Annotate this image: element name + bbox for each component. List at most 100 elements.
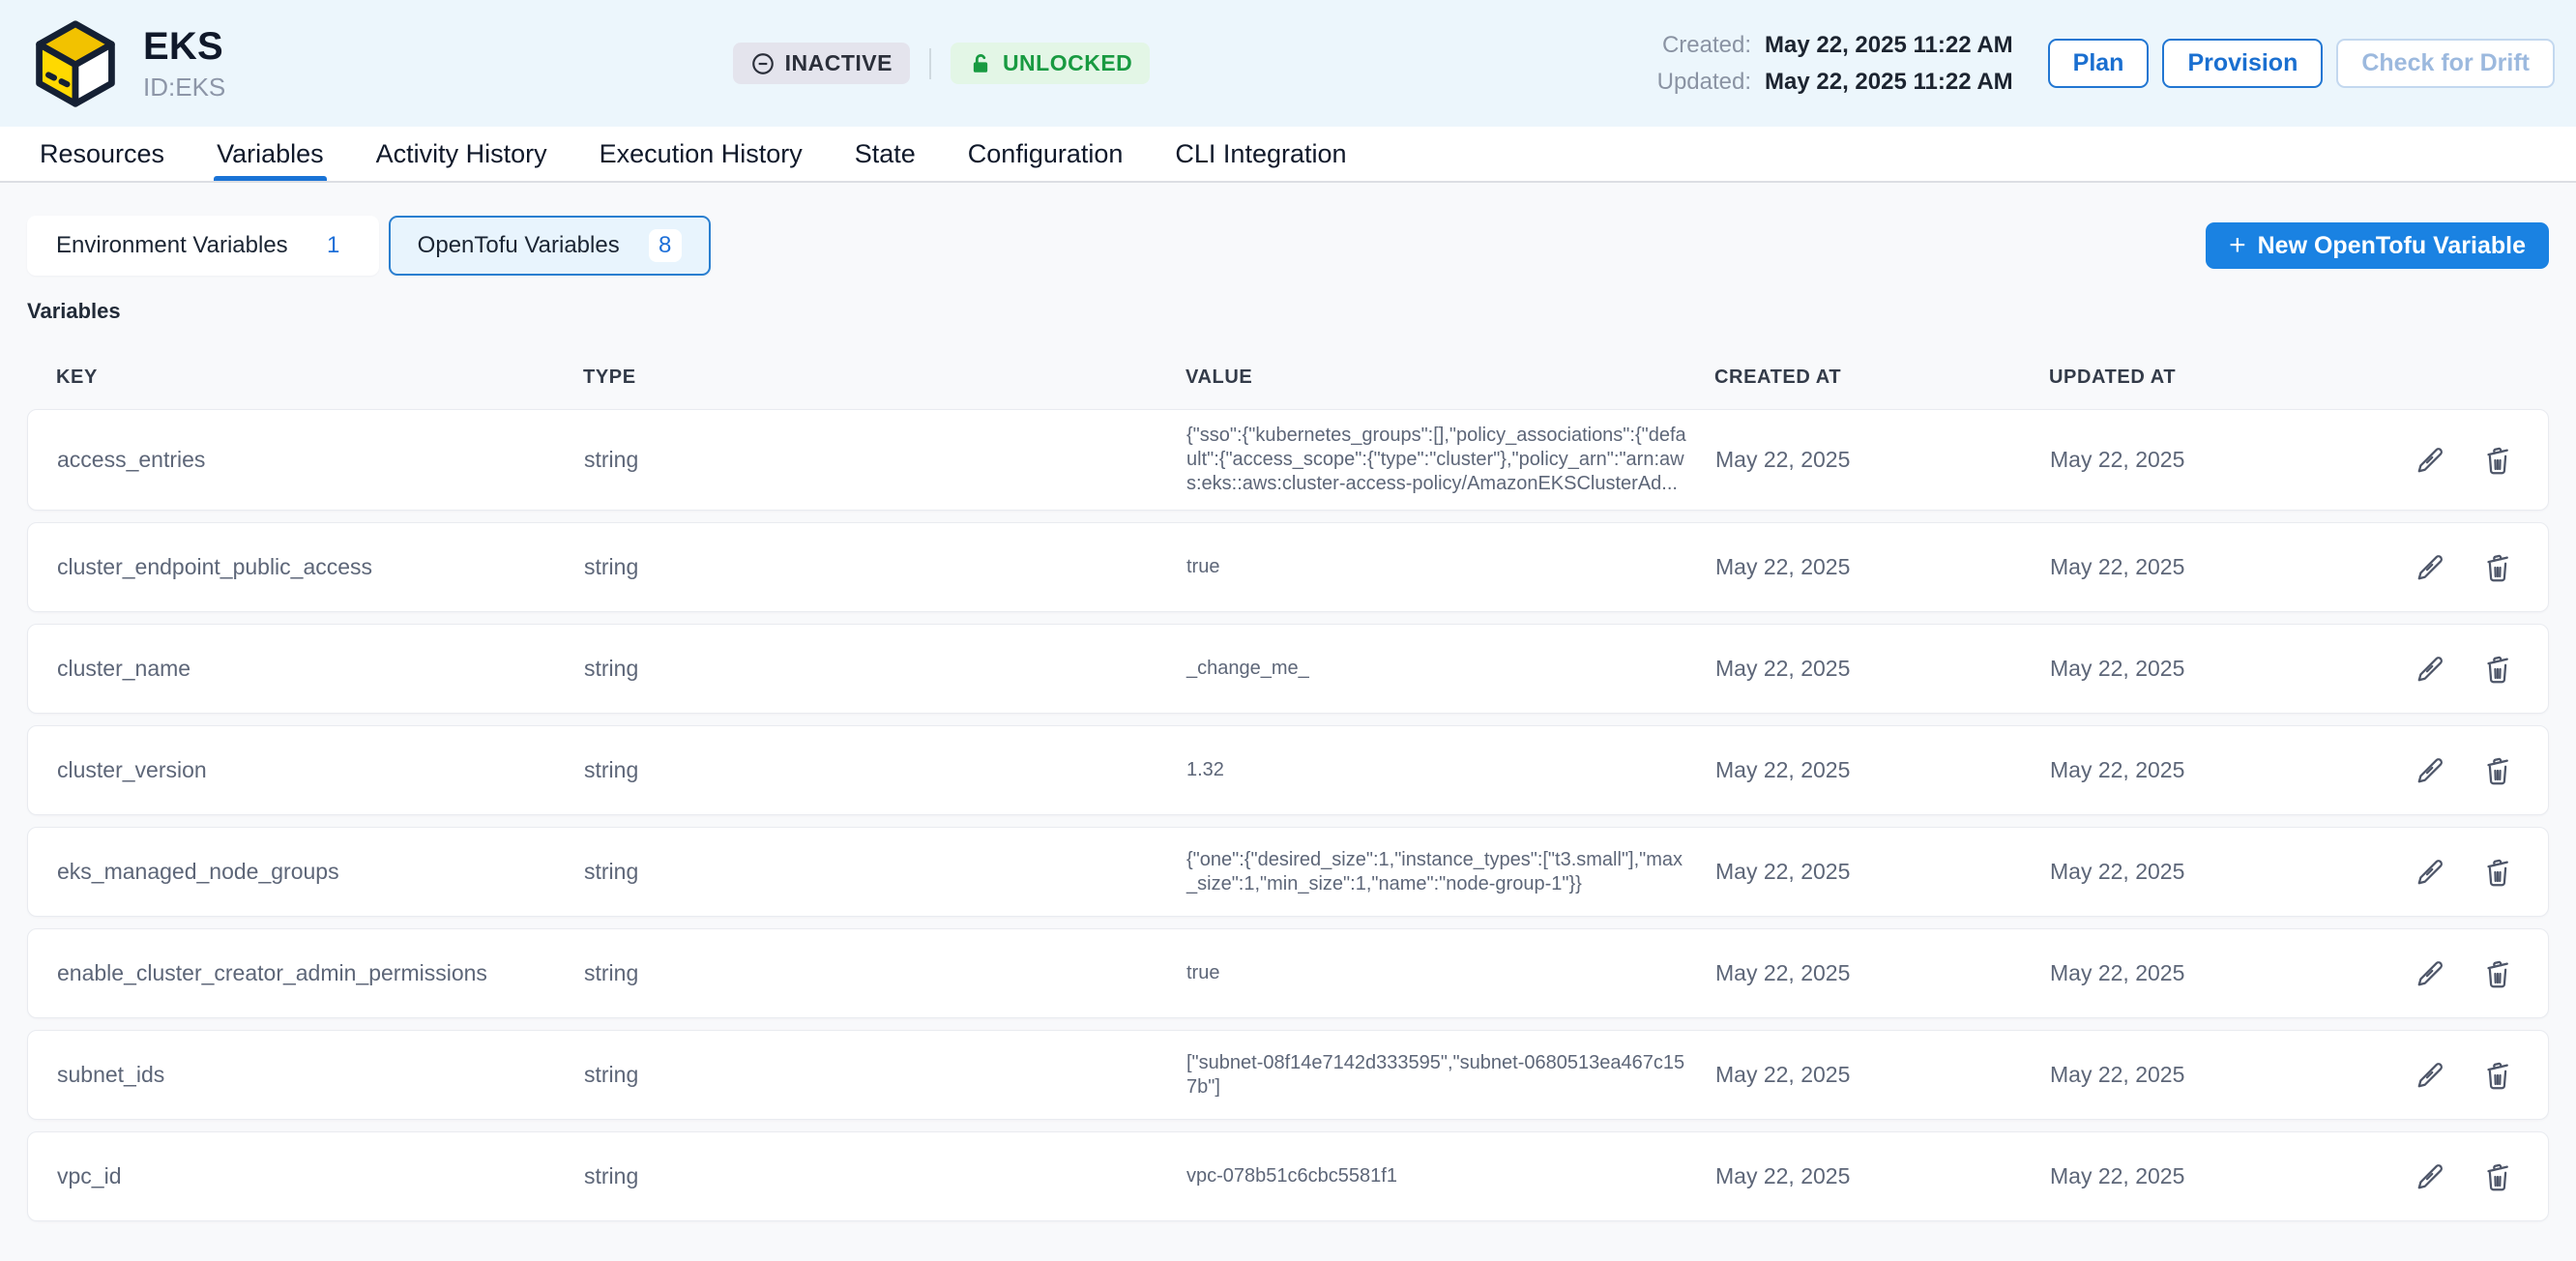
- delete-variable-button[interactable]: [2476, 953, 2519, 995]
- variable-key: subnet_ids: [57, 1062, 584, 1088]
- header-action-button[interactable]: Plan: [2048, 39, 2150, 88]
- column-header-created-at: CREATED AT: [1714, 367, 2049, 389]
- table-row: cluster_version string 1.32 May 22, 2025…: [27, 725, 2549, 815]
- variable-value: {"one":{"desired_size":1,"instance_types…: [1186, 848, 1689, 896]
- row-actions: [2351, 546, 2519, 589]
- variable-type: string: [584, 447, 1186, 473]
- variable-value: vpc-078b51c6cbc5581f1: [1186, 1164, 1689, 1188]
- edit-variable-button[interactable]: [2409, 648, 2451, 690]
- variable-type: string: [584, 859, 1186, 885]
- column-header-updated-at: UPDATED AT: [2049, 367, 2350, 389]
- badge-divider: [929, 48, 931, 79]
- variable-key: eks_managed_node_groups: [57, 859, 584, 885]
- pencil-icon: [2413, 443, 2447, 478]
- trash-icon: [2480, 855, 2515, 890]
- variable-updated-at: May 22, 2025: [2050, 960, 2351, 986]
- variable-created-at: May 22, 2025: [1715, 859, 2050, 885]
- variable-created-at: May 22, 2025: [1715, 1163, 2050, 1189]
- trash-icon: [2480, 1058, 2515, 1093]
- variable-created-at: May 22, 2025: [1715, 1062, 2050, 1088]
- created-value: May 22, 2025 11:22 AM: [1765, 32, 2013, 59]
- updated-value: May 22, 2025 11:22 AM: [1765, 69, 2013, 96]
- section-title: Variables: [27, 299, 2549, 324]
- variables-page: Environment Variables 1 OpenTofu Variabl…: [0, 183, 2576, 1221]
- tab-item[interactable]: Activity History: [350, 127, 573, 181]
- edit-variable-button[interactable]: [2409, 1156, 2451, 1198]
- subtab-label: OpenTofu Variables: [418, 232, 620, 259]
- table-row: access_entries string {"sso":{"kubernete…: [27, 409, 2549, 511]
- new-opentofu-variable-button[interactable]: + New OpenTofu Variable: [2206, 222, 2549, 269]
- delete-variable-button[interactable]: [2476, 1156, 2519, 1198]
- pencil-icon: [2413, 1159, 2447, 1194]
- variable-type: string: [584, 1163, 1186, 1189]
- trash-icon: [2480, 443, 2515, 478]
- tab-item[interactable]: Configuration: [942, 127, 1150, 181]
- header-action-button[interactable]: Provision: [2162, 39, 2323, 88]
- delete-variable-button[interactable]: [2476, 648, 2519, 690]
- header-action-button[interactable]: Check for Drift: [2336, 39, 2555, 88]
- delete-variable-button[interactable]: [2476, 546, 2519, 589]
- subtab-count-badge: 8: [649, 229, 682, 262]
- variable-created-at: May 22, 2025: [1715, 447, 2050, 473]
- variable-created-at: May 22, 2025: [1715, 757, 2050, 783]
- variable-updated-at: May 22, 2025: [2050, 554, 2351, 580]
- tab-item[interactable]: Execution History: [573, 127, 829, 181]
- workspace-id: ID:EKS: [143, 73, 225, 103]
- trash-icon: [2480, 956, 2515, 991]
- subtab-item[interactable]: OpenTofu Variables 8: [389, 216, 711, 276]
- tab-item[interactable]: CLI Integration: [1149, 127, 1372, 181]
- tab-label: Variables: [217, 139, 324, 169]
- edit-variable-button[interactable]: [2409, 546, 2451, 589]
- status-badges: INACTIVE UNLOCKED: [733, 43, 1151, 84]
- created-label: Created:: [1657, 32, 1751, 59]
- inactive-label: INACTIVE: [785, 50, 893, 76]
- variable-updated-at: May 22, 2025: [2050, 656, 2351, 682]
- delete-variable-button[interactable]: [2476, 1054, 2519, 1097]
- variable-updated-at: May 22, 2025: [2050, 859, 2351, 885]
- variable-value: {"sso":{"kubernetes_groups":[],"policy_a…: [1186, 424, 1689, 496]
- variable-value: true: [1186, 555, 1689, 579]
- variable-type: string: [584, 960, 1186, 986]
- pencil-icon: [2413, 956, 2447, 991]
- edit-variable-button[interactable]: [2409, 953, 2451, 995]
- page-title: EKS: [143, 25, 225, 69]
- subtab-item[interactable]: Environment Variables 1: [27, 216, 379, 276]
- edit-variable-button[interactable]: [2409, 851, 2451, 894]
- delete-variable-button[interactable]: [2476, 749, 2519, 792]
- pencil-icon: [2413, 1058, 2447, 1093]
- subtab-count-badge: 1: [317, 232, 350, 259]
- trash-icon: [2480, 1159, 2515, 1194]
- tab-label: Execution History: [600, 139, 803, 169]
- tab-label: Activity History: [376, 139, 547, 169]
- variable-value: true: [1186, 961, 1689, 985]
- variable-value: 1.32: [1186, 758, 1689, 782]
- column-header-key: KEY: [56, 367, 583, 389]
- updated-label: Updated:: [1657, 69, 1751, 96]
- table-row: cluster_endpoint_public_access string tr…: [27, 522, 2549, 612]
- variable-value: ["subnet-08f14e7142d333595","subnet-0680…: [1186, 1051, 1689, 1100]
- status-badge-unlocked: UNLOCKED: [951, 43, 1150, 84]
- edit-variable-button[interactable]: [2409, 749, 2451, 792]
- plus-icon: +: [2229, 231, 2246, 260]
- row-actions: [2351, 439, 2519, 482]
- variable-created-at: May 22, 2025: [1715, 656, 2050, 682]
- delete-variable-button[interactable]: [2476, 439, 2519, 482]
- row-actions: [2351, 953, 2519, 995]
- variable-updated-at: May 22, 2025: [2050, 447, 2351, 473]
- table-row: subnet_ids string ["subnet-08f14e7142d33…: [27, 1030, 2549, 1120]
- timestamps: Created: May 22, 2025 11:22 AM Updated: …: [1657, 32, 2013, 96]
- variable-kind-subtabs: Environment Variables 1 OpenTofu Variabl…: [27, 216, 711, 276]
- trash-icon: [2480, 652, 2515, 687]
- tab-item[interactable]: Resources: [14, 127, 190, 181]
- workspace-title-block: EKS ID:EKS: [143, 25, 225, 103]
- pencil-icon: [2413, 652, 2447, 687]
- tab-item[interactable]: Variables: [190, 127, 350, 181]
- variable-type: string: [584, 1062, 1186, 1088]
- delete-variable-button[interactable]: [2476, 851, 2519, 894]
- edit-variable-button[interactable]: [2409, 439, 2451, 482]
- variable-value: _change_me_: [1186, 657, 1689, 681]
- variable-key: enable_cluster_creator_admin_permissions: [57, 960, 584, 986]
- circle-minus-icon: [750, 51, 776, 76]
- tab-item[interactable]: State: [829, 127, 942, 181]
- edit-variable-button[interactable]: [2409, 1054, 2451, 1097]
